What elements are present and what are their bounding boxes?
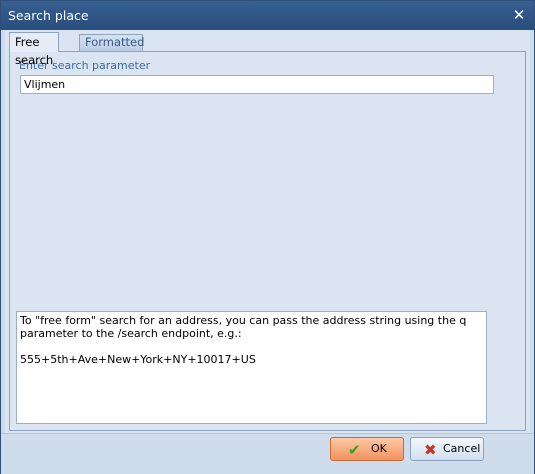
help-example: 555+5th+Ave+New+York+NY+10017+US [20, 353, 256, 366]
ok-button[interactable]: ✔ OK [330, 437, 404, 461]
cancel-button[interactable]: ✖ Cancel [410, 437, 484, 461]
title-bar: Search place ✕ [1, 1, 534, 30]
tab-formatted[interactable]: Formatted [79, 34, 144, 51]
help-text: To "free form" search for an address, yo… [20, 314, 467, 340]
free-search-panel: Enter search parameter To "free form" se… [9, 51, 526, 431]
cancel-button-label: Cancel [443, 442, 481, 455]
search-place-dialog: Search place ✕ Free search Formatted Ent… [0, 0, 535, 474]
check-icon: ✔ [348, 441, 361, 459]
cross-icon: ✖ [424, 441, 437, 459]
button-bar: ✔ OK ✖ Cancel [1, 433, 534, 474]
ok-button-label: OK [371, 442, 387, 455]
help-textbox[interactable]: To "free form" search for an address, yo… [16, 311, 487, 424]
tab-free-search[interactable]: Free search [9, 32, 60, 67]
dialog-title: Search place [8, 8, 89, 23]
dialog-content: Free search Formatted Enter search param… [5, 30, 530, 433]
search-input[interactable] [20, 75, 494, 94]
close-icon[interactable]: ✕ [510, 6, 528, 24]
